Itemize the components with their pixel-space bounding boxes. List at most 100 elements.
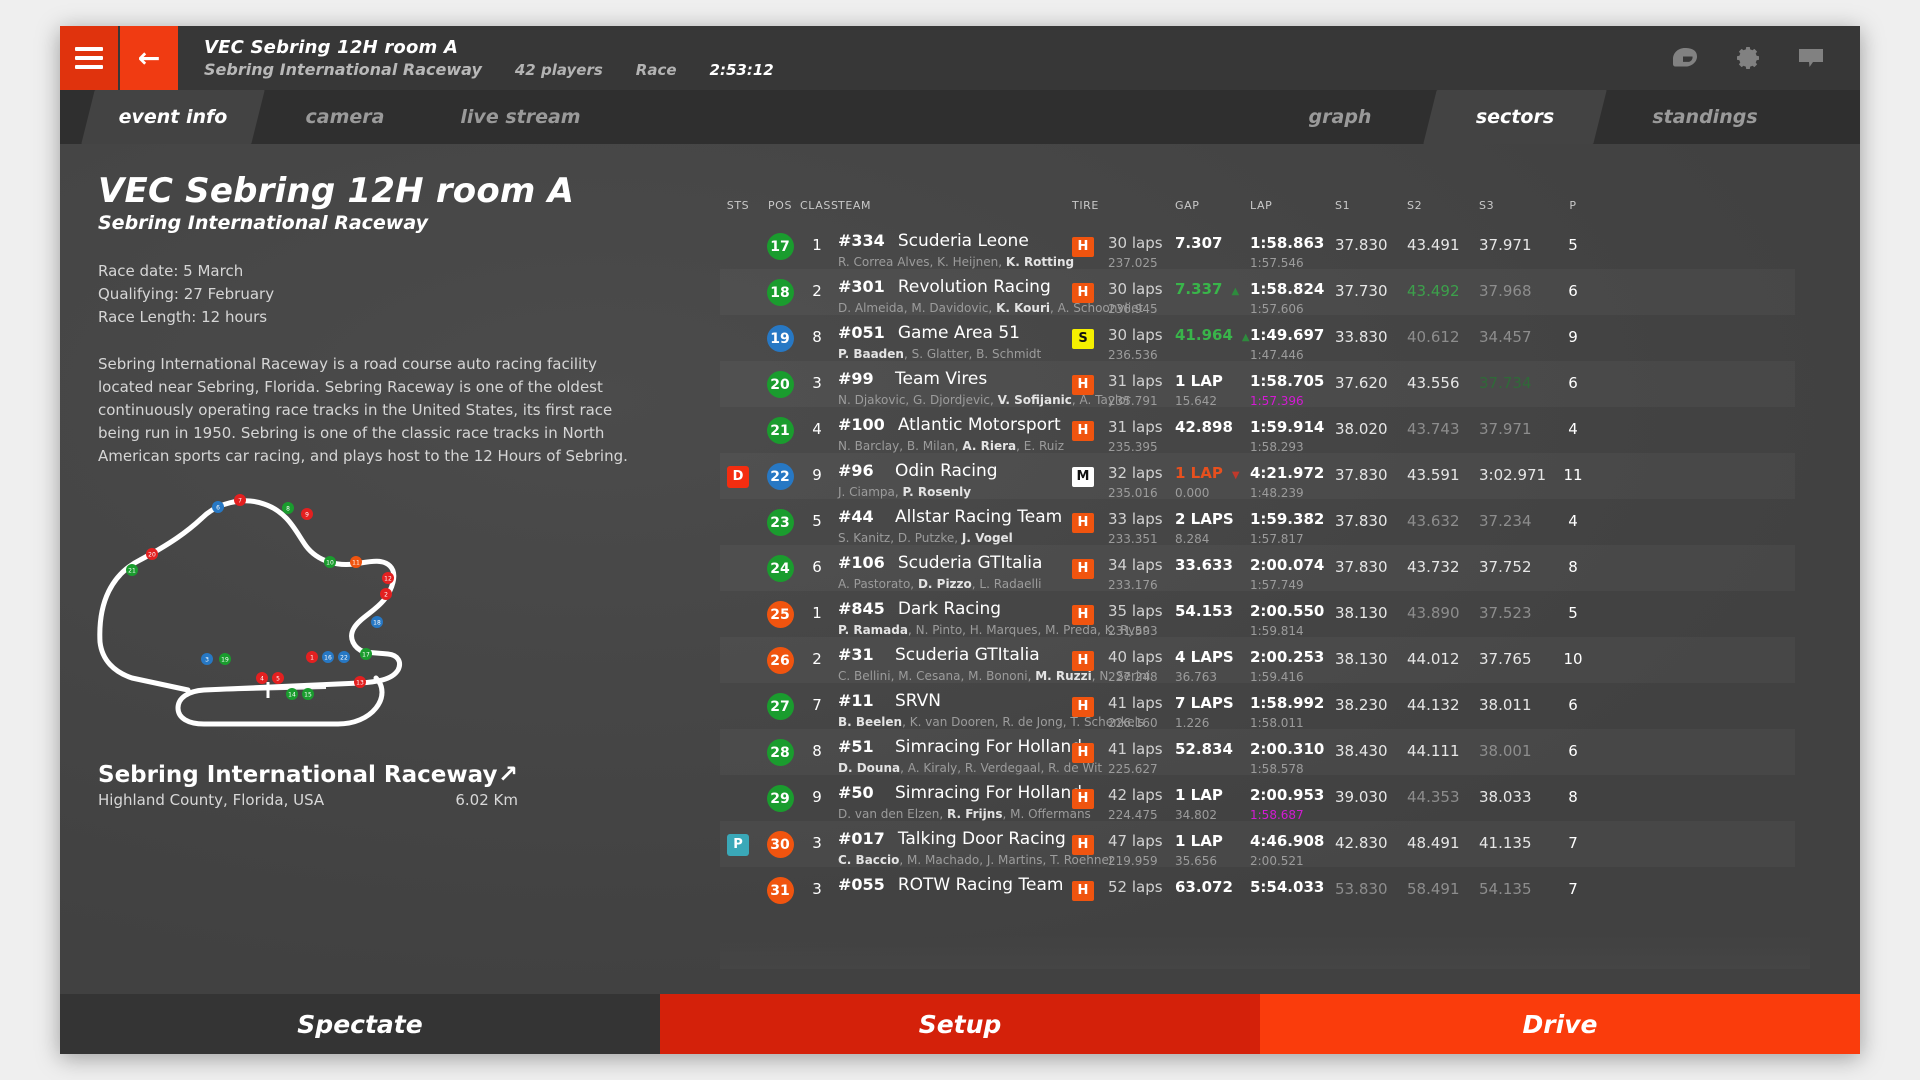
tire-compound-badge: H (1072, 558, 1094, 579)
cell-laps: 30 laps 236.536 (1108, 326, 1163, 362)
laps-count: 41 laps (1108, 740, 1163, 758)
cell-class: 1 (812, 604, 822, 622)
svg-text:11: 11 (352, 560, 360, 567)
cell-sector-3: 37.523 (1479, 604, 1532, 622)
laps-distance: 227.248 (1108, 670, 1158, 684)
table-row[interactable]: 17 1 #334 Scuderia Leone R. Correa Alves, K.… (720, 223, 1795, 270)
tab-event-info[interactable]: event info (81, 90, 265, 144)
team-name: ROTW Racing Team (897, 875, 1064, 895)
gap-value: 2 LAPS (1175, 510, 1234, 528)
cell-sector-1: 37.830 (1335, 558, 1388, 576)
team-name: Simracing For Holland (895, 737, 1083, 757)
venue-block[interactable]: ↗ Sebring International Raceway 6.02 Km … (98, 762, 518, 809)
table-row[interactable]: 24 6 #106 Scuderia GTItalia A. Pastorato, D.… (720, 545, 1795, 592)
col-header-gap: GAP (1175, 199, 1200, 212)
tab-graph-label: graph (1308, 106, 1372, 128)
table-row[interactable]: 28 8 #51 Simracing For Holland D. Douna, A. … (720, 729, 1795, 776)
table-row[interactable]: D 22 9 #96 Odin Racing J. Ciampa, P. Rosenly M… (720, 453, 1795, 500)
cell-team: #051 Game Area 51 P. Baaden, S. Glatter, B… (838, 323, 1041, 361)
cell-gap: 33.633 (1175, 556, 1233, 578)
car-number: #301 (838, 277, 885, 296)
cell-tire: H (1072, 511, 1094, 533)
team-name: Revolution Racing (897, 277, 1051, 297)
spectate-button[interactable]: Spectate (60, 994, 660, 1054)
tab-camera[interactable]: camera (265, 90, 425, 144)
table-row[interactable]: 25 1 #845 Dark Racing P. Ramada, N. Pinto, H… (720, 591, 1795, 638)
tab-bar: event info camera live stream graph sect… (60, 90, 1860, 144)
tab-graph[interactable]: graph (1260, 90, 1420, 144)
last-lap-time: 1:59.382 (1250, 510, 1325, 528)
cell-pitstops: 5 (1568, 604, 1578, 622)
external-link-arrow-icon[interactable]: ↗ (498, 762, 518, 786)
cell-position: 31 (762, 877, 798, 904)
gap-value: 7.337 ▲ (1175, 280, 1240, 298)
driver-list: C. Baccio, M. Machado, J. Martins, T. Ro… (838, 853, 1114, 867)
hamburger-menu-icon[interactable] (60, 26, 118, 90)
cell-sector-3: 37.968 (1479, 282, 1532, 300)
table-row[interactable]: P 30 3 #017 Talking Door Racing C. Baccio, M.… (720, 821, 1795, 868)
driver-list: S. Kanitz, D. Putzke, J. Vogel (838, 531, 1013, 545)
team-name: Talking Door Racing (897, 829, 1066, 849)
tab-live-stream[interactable]: live stream (428, 90, 613, 144)
helmet-icon[interactable] (1670, 46, 1700, 70)
position-badge: 18 (766, 279, 794, 306)
last-lap-time: 2:00.310 (1250, 740, 1325, 758)
col-header-s3: S3 (1479, 199, 1495, 212)
table-row[interactable]: 23 5 #44 Allstar Racing Team S. Kanitz, D. P… (720, 499, 1795, 546)
team-name: Scuderia Leone (897, 231, 1029, 251)
col-header-s2: S2 (1407, 199, 1423, 212)
cell-gap: 2 LAPS 8.284 (1175, 510, 1234, 546)
table-body[interactable]: 17 1 #334 Scuderia Leone R. Correa Alves, K.… (720, 223, 1795, 967)
laps-count: 47 laps (1108, 832, 1163, 850)
cell-laps: 40 laps 227.248 (1108, 648, 1163, 684)
cell-position: 29 (762, 785, 798, 812)
cell-sector-1: 33.830 (1335, 328, 1388, 346)
tab-live-stream-label: live stream (460, 106, 581, 128)
position-badge: 28 (766, 739, 794, 766)
cell-team: #51 Simracing For Holland D. Douna, A. Kir… (838, 737, 1102, 775)
drive-button[interactable]: Drive (1260, 994, 1860, 1054)
cell-team: #50 Simracing For Holland D. van den Elzen… (838, 783, 1091, 821)
table-row[interactable]: 31 3 #055 ROTW Racing Team H 52 laps 63.072 5:5… (720, 867, 1795, 913)
cell-lap: 1:59.914 1:58.293 (1250, 418, 1324, 454)
cell-sector-3: 37.234 (1479, 512, 1532, 530)
table-row[interactable]: 29 9 #50 Simracing For Holland D. van den El… (720, 775, 1795, 822)
cell-laps: 32 laps 235.016 (1108, 464, 1163, 500)
svg-text:17: 17 (362, 652, 370, 659)
cell-lap: 1:58.824 1:57.606 (1250, 280, 1324, 316)
cell-lap: 2:00.253 1:59.416 (1250, 648, 1324, 684)
cell-sector-1: 38.020 (1335, 420, 1388, 438)
table-row[interactable]: 26 2 #31 Scuderia GTItalia C. Bellini, M. Ce… (720, 637, 1795, 684)
cell-gap: 7.337 ▲ (1175, 280, 1239, 302)
setup-button[interactable]: Setup (660, 994, 1260, 1054)
cell-sector-2: 44.111 (1407, 742, 1460, 760)
car-number: #11 (838, 691, 874, 710)
last-lap-time: 4:46.908 (1250, 832, 1325, 850)
driver-list: D. van den Elzen, R. Frijns, M. Offerman… (838, 807, 1091, 821)
table-row[interactable]: 18 2 #301 Revolution Racing D. Almeida, M. D… (720, 269, 1795, 316)
tab-sectors[interactable]: sectors (1423, 90, 1607, 144)
best-lap-time: 2:00.521 (1250, 854, 1304, 868)
table-row[interactable]: 19 8 #051 Game Area 51 P. Baaden, S. Glatter… (720, 315, 1795, 362)
session-track-name: Sebring International Raceway (204, 59, 482, 79)
back-arrow-icon[interactable]: ← (120, 26, 178, 90)
cell-class: 8 (812, 742, 822, 760)
cell-sector-3: 37.971 (1479, 420, 1532, 438)
gear-icon[interactable] (1734, 44, 1762, 72)
table-row[interactable]: 21 4 #100 Atlantic Motorsport N. Barclay, B.… (720, 407, 1795, 454)
sectors-table: STS POS CLASS TEAM TIRE GAP LAP S1 S2 S3… (720, 199, 1810, 969)
cell-lap: 4:21.972 1:48.239 (1250, 464, 1324, 500)
tire-compound-badge: H (1072, 604, 1094, 625)
team-name: Atlantic Motorsport (897, 415, 1061, 435)
chat-icon[interactable] (1796, 46, 1826, 70)
position-badge: 30 (766, 831, 794, 858)
tab-standings[interactable]: standings (1605, 90, 1805, 144)
venue-location: Highland County, Florida, USA (98, 791, 325, 809)
tire-compound-badge: S (1072, 328, 1094, 349)
table-row[interactable]: 27 7 #11 SRVN B. Beelen, K. van Dooren, R. d… (720, 683, 1795, 730)
cell-sector-3: 34.457 (1479, 328, 1532, 346)
team-name: Allstar Racing Team (895, 507, 1063, 527)
table-row[interactable]: 20 3 #99 Team Vires N. Djakovic, G. Djordjev… (720, 361, 1795, 408)
cell-pitstops: 7 (1568, 834, 1578, 852)
best-lap-time: 1:58.011 (1250, 716, 1304, 730)
